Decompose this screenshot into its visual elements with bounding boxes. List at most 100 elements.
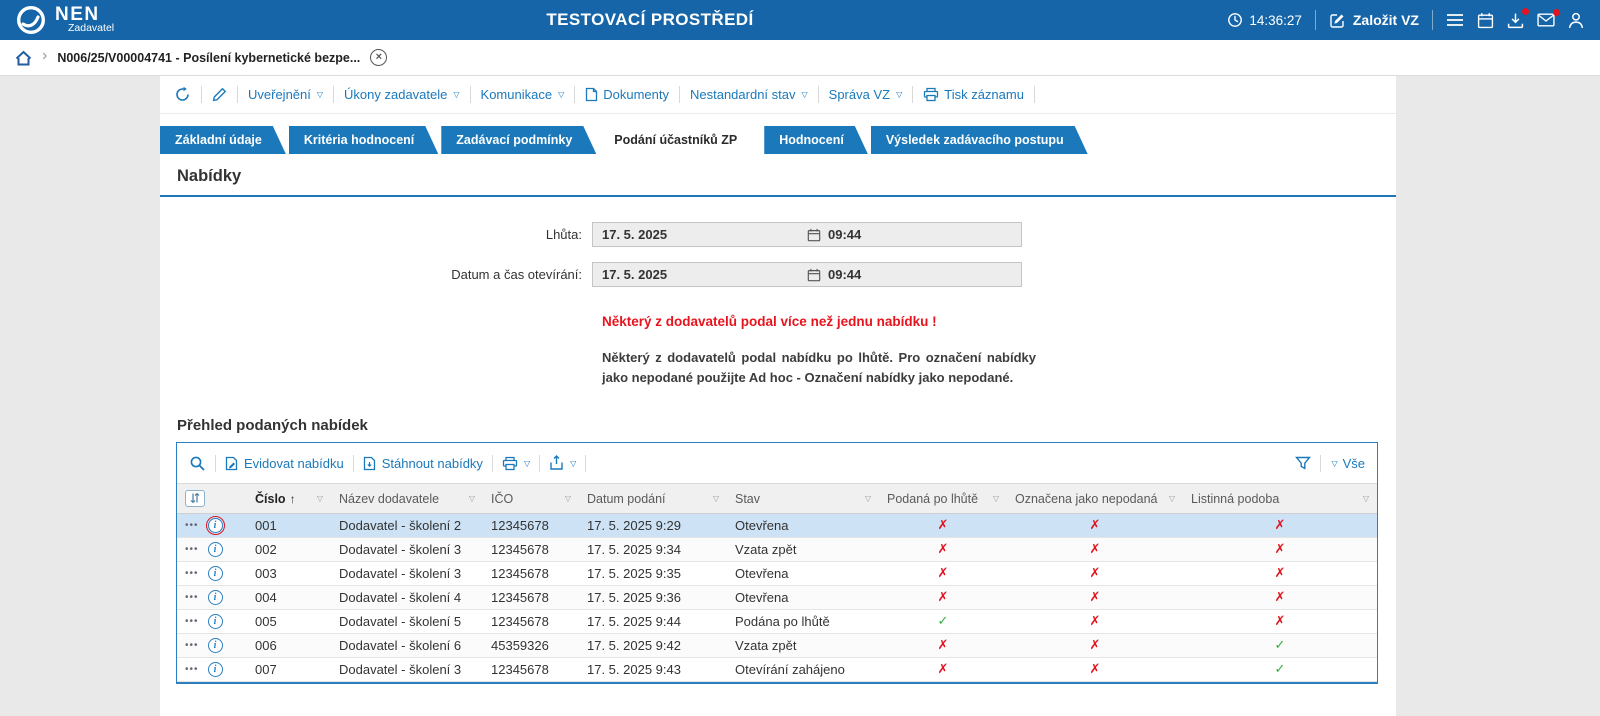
row-info-icon[interactable]: i	[208, 662, 223, 677]
column-header-listinna-podoba[interactable]: Listinná podoba▽	[1183, 484, 1377, 514]
table-row[interactable]: •••i 006 Dodavatel - školení 6 45359326 …	[177, 634, 1377, 658]
search-icon[interactable]	[189, 455, 206, 472]
grid-print-button[interactable]: ▽	[502, 456, 530, 471]
row-info-icon[interactable]: i	[208, 590, 223, 605]
brand-role: Zadavatel	[68, 23, 114, 34]
chevron-down-icon: ▽	[558, 90, 564, 99]
column-header-cislo[interactable]: Číslo↑▽	[247, 484, 331, 514]
row-menu-button[interactable]: •••	[185, 520, 199, 531]
table-row[interactable]: •••i 007 Dodavatel - školení 3 12345678 …	[177, 658, 1377, 682]
table-row[interactable]: •••i 005 Dodavatel - školení 5 12345678 …	[177, 610, 1377, 634]
chevron-down-icon[interactable]: ▽	[713, 494, 719, 503]
menu-nestandardni-stav[interactable]: Nestandardní stav▽	[690, 87, 808, 102]
undo-icon[interactable]	[174, 86, 191, 103]
row-info-icon[interactable]: i	[208, 638, 223, 653]
row-menu-button[interactable]: •••	[185, 592, 199, 603]
print-record-button[interactable]: Tisk záznamu	[923, 87, 1024, 102]
cell-nazev-dodavatele: Dodavatel - školení 3	[331, 538, 483, 562]
row-info-icon[interactable]: i	[208, 518, 223, 533]
menu-icon[interactable]	[1446, 13, 1464, 27]
user-profile-icon[interactable]	[1568, 12, 1584, 29]
tab-vysledek[interactable]: Výsledek zadávacího postupu	[871, 126, 1088, 154]
messages-icon[interactable]	[1537, 13, 1555, 27]
messages-notification-badge	[1553, 9, 1560, 16]
tab-podani-ucastniku-zp[interactable]: Podání účastníků ZP	[599, 126, 761, 154]
row-menu-button[interactable]: •••	[185, 640, 199, 651]
tab-kriteria-hodnoceni[interactable]: Kritéria hodnocení	[289, 126, 438, 154]
downloads-icon[interactable]	[1507, 12, 1524, 29]
cell-stav: Otevřena	[727, 514, 879, 538]
nen-brand[interactable]: NEN Zadavatel	[16, 5, 114, 35]
row-menu-button[interactable]: •••	[185, 568, 199, 579]
home-icon[interactable]	[15, 50, 32, 66]
cell-datum-podani: 17. 5. 2025 9:43	[579, 658, 727, 682]
opening-time-input[interactable]: 09:44	[828, 267, 1021, 282]
cell-ico: 12345678	[483, 538, 579, 562]
document-icon	[585, 87, 598, 102]
column-header-nazev-dodavatele[interactable]: Název dodavatele▽	[331, 484, 483, 514]
close-icon[interactable]: ×	[370, 49, 387, 66]
column-header-oznacena-jako-nepodana[interactable]: Označena jako nepodaná▽	[1007, 484, 1183, 514]
cell-datum-podani: 17. 5. 2025 9:42	[579, 634, 727, 658]
menu-sprava-vz[interactable]: Správa VZ▽	[829, 87, 903, 102]
column-header-ico[interactable]: IČO▽	[483, 484, 579, 514]
cell-stav: Vzata zpět	[727, 538, 879, 562]
row-menu-button[interactable]: •••	[185, 664, 199, 675]
menu-uverejneni[interactable]: Uveřejnění▽	[248, 87, 323, 102]
row-info-icon[interactable]: i	[208, 566, 223, 581]
cell-nazev-dodavatele: Dodavatel - školení 3	[331, 658, 483, 682]
register-bid-button[interactable]: Evidovat nabídku	[225, 456, 344, 471]
chevron-down-icon[interactable]: ▽	[565, 494, 571, 503]
table-row[interactable]: •••i 001 Dodavatel - školení 2 12345678 …	[177, 514, 1377, 538]
cell-cislo: 004	[247, 586, 331, 610]
chevron-down-icon[interactable]: ▽	[865, 494, 871, 503]
cell-stav: Otevřena	[727, 586, 879, 610]
chevron-down-icon[interactable]: ▽	[993, 494, 999, 503]
calendar-icon[interactable]	[1477, 12, 1494, 29]
tab-zakladni-udaje[interactable]: Základní údaje	[160, 126, 286, 154]
grid-export-button[interactable]: ▽	[549, 455, 576, 471]
row-menu-button[interactable]: •••	[185, 544, 199, 555]
calendar-icon[interactable]	[807, 228, 821, 242]
table-row[interactable]: •••i 002 Dodavatel - školení 3 12345678 …	[177, 538, 1377, 562]
column-header-datum-podani[interactable]: Datum podání▽	[579, 484, 727, 514]
column-settings-header[interactable]	[177, 484, 247, 514]
cell-oznacena-jako-nepodana: ✗	[1007, 514, 1183, 538]
deadline-time-input[interactable]: 09:44	[828, 227, 1021, 242]
column-header-stav[interactable]: Stav▽	[727, 484, 879, 514]
brand-name: NEN	[55, 6, 114, 23]
deadline-date-input[interactable]: 17. 5. 2025	[593, 227, 807, 242]
table-row[interactable]: •••i 003 Dodavatel - školení 3 12345678 …	[177, 562, 1377, 586]
chevron-down-icon[interactable]: ▽	[317, 494, 323, 503]
chevron-down-icon[interactable]: ▽	[1363, 494, 1369, 503]
filter-preset-select[interactable]: ▽Vše	[1330, 456, 1365, 471]
column-header-podana-po-lhute[interactable]: Podaná po lhůtě▽	[879, 484, 1007, 514]
download-bids-button[interactable]: Stáhnout nabídky	[363, 456, 483, 471]
calendar-icon[interactable]	[807, 268, 821, 282]
menu-ukony-zadavatele[interactable]: Úkony zadavatele▽	[344, 87, 460, 102]
tab-hodnoceni[interactable]: Hodnocení	[764, 126, 868, 154]
cell-nazev-dodavatele: Dodavatel - školení 2	[331, 514, 483, 538]
cell-podana-po-lhute: ✗	[879, 586, 1007, 610]
column-settings-icon[interactable]	[185, 490, 205, 507]
chevron-down-icon[interactable]: ▽	[1169, 494, 1175, 503]
tab-zadavaci-podminky[interactable]: Zadávací podmínky	[441, 126, 596, 154]
cell-stav: Otevírání zahájeno	[727, 658, 879, 682]
page-title: Nabídky	[160, 154, 1396, 197]
breadcrumb-item[interactable]: N006/25/V00004741 - Posílení kybernetick…	[57, 51, 360, 65]
opening-date-input[interactable]: 17. 5. 2025	[593, 267, 807, 282]
edit-icon[interactable]	[212, 87, 227, 102]
chevron-down-icon[interactable]: ▽	[469, 494, 475, 503]
row-info-icon[interactable]: i	[208, 614, 223, 629]
grid-toolbar: Evidovat nabídku Stáhnout nabídky ▽ ▽ ▽V…	[177, 443, 1377, 483]
cell-podana-po-lhute: ✗	[879, 538, 1007, 562]
row-info-icon[interactable]: i	[208, 542, 223, 557]
bids-table-body: •••i 001 Dodavatel - školení 2 12345678 …	[177, 514, 1377, 682]
menu-dokumenty[interactable]: Dokumenty	[585, 87, 669, 102]
create-vz-button[interactable]: Založit VZ	[1329, 12, 1419, 29]
filter-icon[interactable]	[1295, 456, 1311, 471]
row-menu-button[interactable]: •••	[185, 616, 199, 627]
warning-late-bid-note: Některý z dodavatelů podal nabídku po lh…	[602, 348, 1036, 387]
table-row[interactable]: •••i 004 Dodavatel - školení 4 12345678 …	[177, 586, 1377, 610]
menu-komunikace[interactable]: Komunikace▽	[481, 87, 565, 102]
